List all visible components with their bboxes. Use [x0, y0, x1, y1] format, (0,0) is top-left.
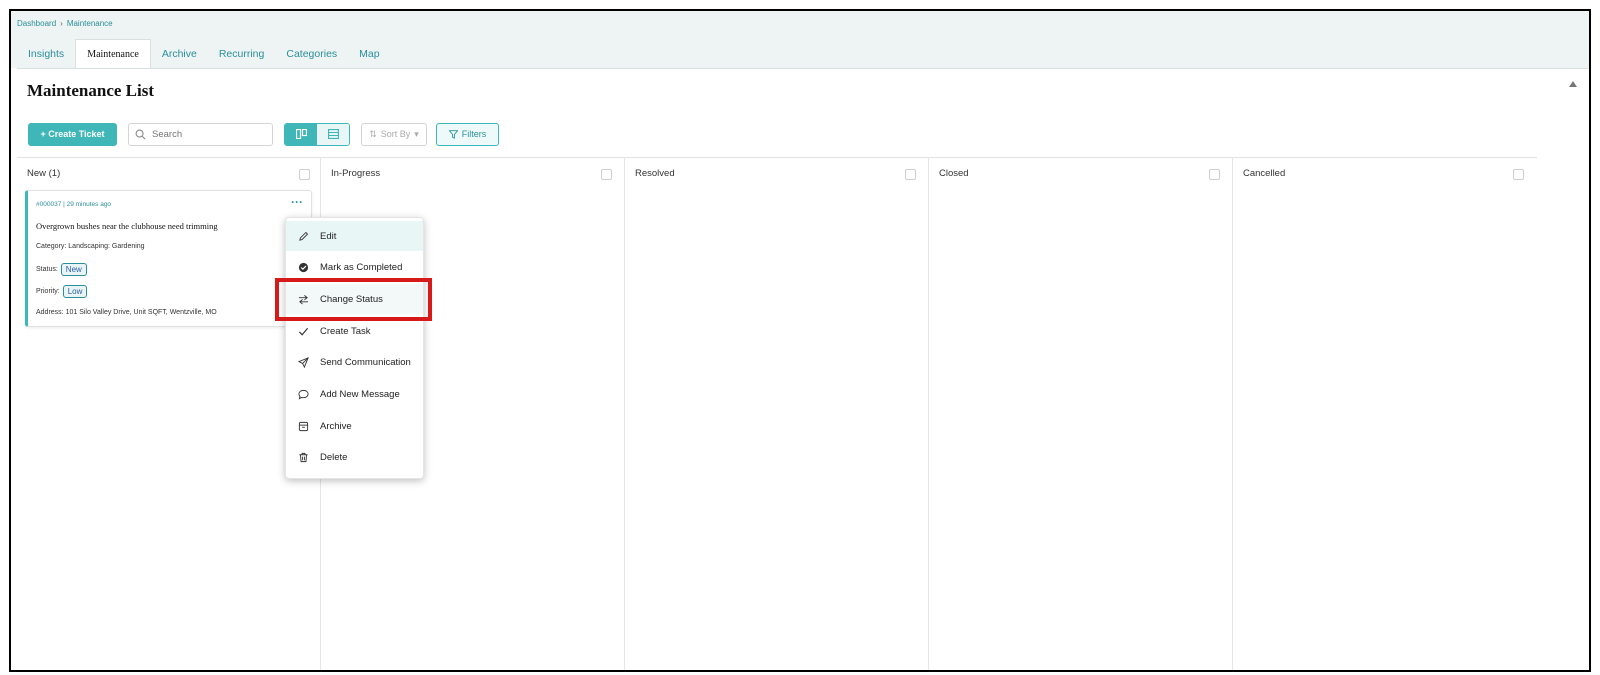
column-header: New (1) [27, 168, 61, 179]
table-view-button[interactable] [317, 123, 349, 145]
column-select-checkbox[interactable] [299, 169, 310, 180]
ticket-status-row: Status: New [36, 263, 87, 276]
filters-label: Filters [461, 129, 487, 139]
tab-insights[interactable]: Insights [17, 39, 75, 69]
sort-by-button[interactable]: ⇅ Sort By ▾ [361, 122, 427, 146]
column-select-checkbox[interactable] [1513, 169, 1524, 180]
kanban-icon [295, 129, 307, 139]
table-icon [327, 129, 339, 139]
ticket-priority-row: Priority: Low [36, 285, 88, 298]
breadcrumb-maintenance[interactable]: Maintenance [67, 19, 113, 28]
column-header: Cancelled [1243, 168, 1286, 179]
create-ticket-button[interactable]: + Create Ticket [28, 122, 117, 146]
menu-item-label: Archive [320, 420, 352, 432]
column-select-checkbox[interactable] [1209, 169, 1220, 180]
tab-divider [17, 68, 1589, 69]
menu-item-edit[interactable]: Edit [286, 221, 423, 251]
ticket-title: Overgrown bushes near the clubhouse need… [36, 221, 218, 231]
send-icon [286, 356, 320, 368]
column-header: Closed [939, 168, 969, 179]
column-header: Resolved [635, 168, 675, 179]
priority-badge: Low [62, 285, 88, 298]
menu-item-label: Create Task [320, 325, 371, 337]
trash-icon [286, 452, 320, 463]
menu-item-label: Edit [320, 230, 337, 242]
pencil-icon [286, 231, 320, 242]
more-options-icon[interactable]: ··· [291, 195, 303, 209]
tab-archive[interactable]: Archive [151, 39, 208, 69]
view-toggle [284, 122, 350, 146]
create-ticket-label: + Create Ticket [40, 129, 105, 139]
breadcrumb: Dashboard › Maintenance [17, 19, 113, 28]
menu-item-send-communication[interactable]: Send Communication [286, 347, 423, 377]
scroll-up-arrow-icon[interactable] [1569, 81, 1577, 87]
tab-maintenance[interactable]: Maintenance [75, 39, 151, 69]
search-icon [135, 129, 146, 139]
ticket-meta: #000037 | 29 minutes ago [36, 201, 112, 208]
sort-arrows-icon: ⇅ [369, 128, 377, 139]
column-closed: Closed [929, 158, 1233, 670]
column-new: New (1) #000037 | 29 minutes ago ··· Ove… [17, 158, 321, 670]
kanban-view-button[interactable] [285, 123, 317, 145]
menu-item-archive[interactable]: Archive [286, 411, 423, 441]
ticket-context-menu: Edit Mark as Completed Change Status Cre… [285, 217, 424, 479]
status-label: Status: [36, 266, 58, 273]
sort-by-label: Sort By [380, 129, 411, 139]
menu-item-label: Add New Message [320, 388, 400, 400]
priority-label: Priority: [36, 288, 60, 295]
column-header: In-Progress [331, 168, 381, 179]
menu-item-add-new-message[interactable]: Add New Message [286, 379, 423, 409]
archive-box-icon [286, 421, 320, 432]
ticket-category: Category: Landscaping: Gardening [36, 243, 145, 250]
column-select-checkbox[interactable] [905, 169, 916, 180]
search-box[interactable] [128, 122, 273, 146]
filter-funnel-icon [448, 129, 458, 139]
ticket-card[interactable]: #000037 | 29 minutes ago ··· Overgrown b… [25, 190, 312, 327]
breadcrumb-separator: › [60, 19, 63, 28]
breadcrumb-dashboard[interactable]: Dashboard [17, 19, 56, 28]
ticket-address: Address: 101 Silo Valley Drive, Unit SQF… [36, 309, 217, 316]
menu-item-delete[interactable]: Delete [286, 442, 423, 472]
column-resolved: Resolved [625, 158, 929, 670]
status-badge: New [60, 263, 87, 276]
checkmark-icon [286, 326, 320, 337]
top-bar: Dashboard › Maintenance Insights Mainten… [11, 11, 1589, 69]
tab-recurring[interactable]: Recurring [208, 39, 276, 69]
check-circle-icon [286, 262, 320, 273]
column-cancelled: Cancelled [1233, 158, 1537, 670]
menu-item-label: Send Communication [320, 356, 411, 368]
menu-item-label: Delete [320, 451, 348, 463]
toolbar: + Create Ticket ⇅ Sort By ▾ Filters [28, 122, 499, 146]
page-title: Maintenance List [27, 81, 155, 100]
column-select-checkbox[interactable] [601, 169, 612, 180]
message-bubble-icon [286, 389, 320, 400]
tab-categories[interactable]: Categories [275, 39, 348, 69]
menu-item-label: Mark as Completed [320, 261, 403, 273]
tab-bar: Insights Maintenance Archive Recurring C… [17, 39, 391, 69]
app-frame: Dashboard › Maintenance Insights Mainten… [9, 9, 1591, 672]
filters-button[interactable]: Filters [436, 122, 499, 146]
tab-map[interactable]: Map [348, 39, 390, 69]
highlight-annotation-box [275, 278, 432, 321]
kanban-board: New (1) #000037 | 29 minutes ago ··· Ove… [17, 157, 1537, 670]
caret-down-icon: ▾ [414, 128, 419, 139]
search-input[interactable] [152, 128, 262, 140]
